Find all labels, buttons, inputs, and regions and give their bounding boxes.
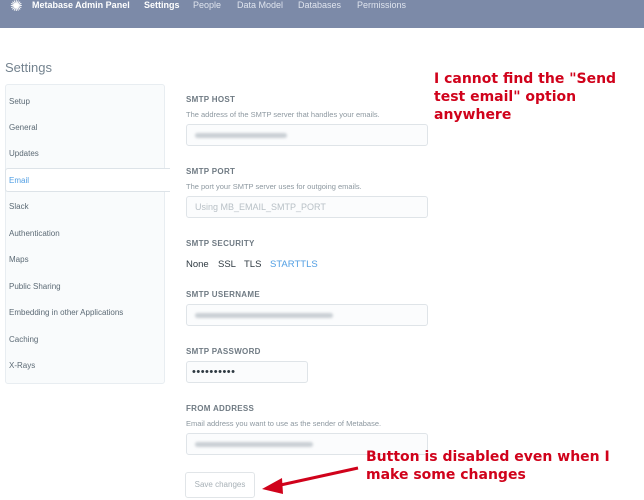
annotation-arrow [262, 466, 359, 494]
arrow-line [275, 466, 359, 488]
arrow-head [262, 478, 283, 494]
